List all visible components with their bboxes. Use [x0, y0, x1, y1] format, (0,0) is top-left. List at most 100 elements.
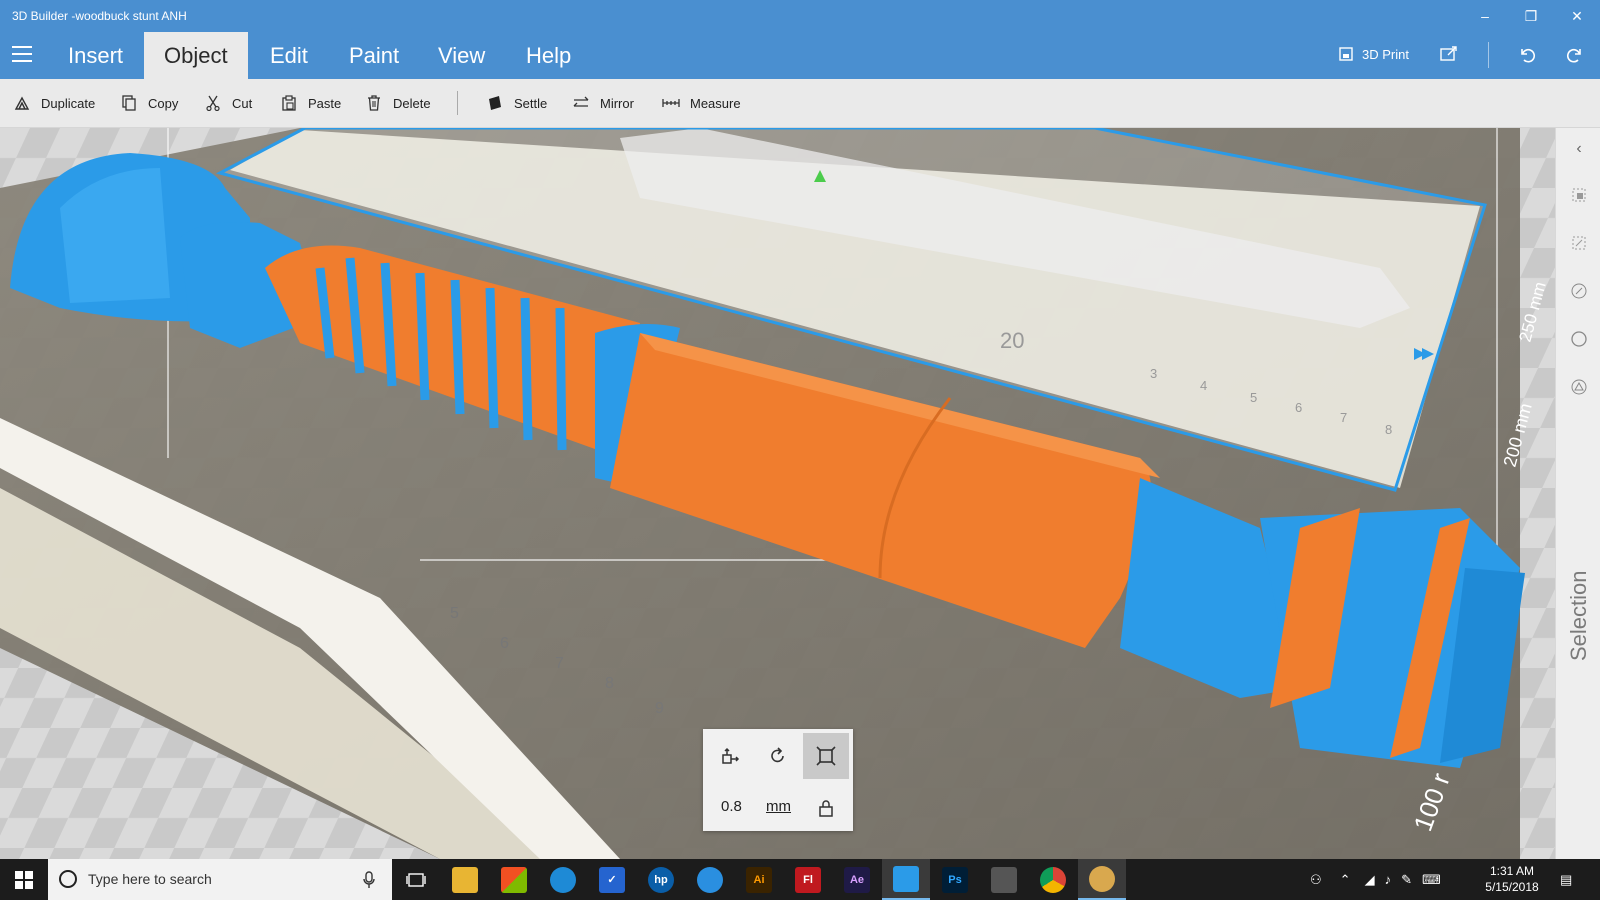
tab-insert[interactable]: Insert: [48, 32, 143, 79]
ribbon-tabs: Insert Object Edit Paint View Help 3D Pr…: [0, 32, 1600, 79]
ruler-mark: 8: [1385, 422, 1392, 437]
rotate-icon: [771, 747, 784, 763]
tab-help[interactable]: Help: [506, 32, 591, 79]
file-explorer-icon[interactable]: [441, 859, 489, 900]
start-button[interactable]: [0, 859, 48, 900]
ruler-mark: 5: [450, 605, 459, 622]
hamburger-menu-icon[interactable]: [12, 46, 32, 62]
hp-icon[interactable]: hp: [637, 859, 685, 900]
photoshop-icon[interactable]: Ps: [931, 859, 979, 900]
paint-app-icon[interactable]: [1078, 859, 1126, 900]
settle-button[interactable]: Settle: [486, 94, 547, 112]
select-circle-icon[interactable]: [1568, 328, 1590, 350]
task-view-icon[interactable]: [392, 859, 440, 900]
3d-builder-icon[interactable]: [882, 859, 930, 900]
duplicate-button[interactable]: Duplicate: [13, 94, 95, 112]
redo-icon: [1566, 48, 1581, 63]
people-icon[interactable]: ⚇: [1310, 872, 1322, 888]
rotate-mode-button[interactable]: [755, 733, 801, 779]
3d-print-label: 3D Print: [1362, 46, 1409, 62]
app-blue-icon[interactable]: [686, 859, 734, 900]
unit-selector[interactable]: mm: [766, 798, 791, 815]
side-panel: ‹ Selection: [1555, 128, 1600, 859]
tab-paint[interactable]: Paint: [329, 32, 419, 79]
network-icon[interactable]: ◢: [1365, 872, 1375, 888]
settle-label: Settle: [514, 95, 548, 111]
delete-icon: [365, 94, 383, 112]
scale-value[interactable]: 0.8: [721, 798, 742, 815]
collapse-panel-icon[interactable]: ‹: [1568, 138, 1590, 160]
chrome-icon[interactable]: [1029, 859, 1077, 900]
clock-time: 1:31 AM: [1489, 864, 1535, 878]
paste-button[interactable]: Paste: [280, 94, 341, 112]
mirror-button[interactable]: Mirror: [572, 94, 634, 112]
settle-icon: [486, 94, 504, 112]
delete-button[interactable]: Delete: [365, 94, 431, 112]
store-icon[interactable]: [490, 859, 538, 900]
select-face-icon[interactable]: [1568, 232, 1590, 254]
toolbar-separator: [1488, 42, 1489, 68]
search-placeholder: Type here to search: [88, 871, 212, 887]
share-button[interactable]: [1440, 46, 1458, 62]
flash-icon[interactable]: Fl: [784, 859, 832, 900]
ruler-mark: 6: [1295, 400, 1302, 415]
cut-button[interactable]: Cut: [204, 94, 252, 112]
minimize-button[interactable]: –: [1462, 0, 1508, 32]
close-button[interactable]: ✕: [1554, 0, 1600, 32]
transform-control: 0.8 mm: [703, 729, 853, 831]
select-vertex-icon[interactable]: [1568, 376, 1590, 398]
tab-edit[interactable]: Edit: [250, 32, 328, 79]
taskbar: Type here to search ✓ hp Ai Fl Ae Ps ⚇ ⌃…: [0, 859, 1600, 900]
scale-icon: [816, 746, 836, 766]
copy-label: Copy: [148, 95, 179, 111]
pen-app-icon[interactable]: [980, 859, 1028, 900]
duplicate-label: Duplicate: [41, 95, 96, 111]
undo-icon: [1521, 48, 1536, 63]
taskbar-search[interactable]: Type here to search: [48, 859, 392, 900]
keyboard-icon[interactable]: ⌨: [1422, 872, 1441, 888]
select-object-icon[interactable]: [1568, 184, 1590, 206]
redo-button[interactable]: [1566, 46, 1584, 64]
print-icon: [1339, 47, 1353, 61]
tab-object[interactable]: Object: [144, 32, 248, 79]
lock-proportions-button[interactable]: [803, 785, 849, 831]
ruler-mark: 20: [1000, 328, 1024, 353]
window-title: 3D Builder -woodbuck stunt ANH: [12, 9, 187, 23]
select-edge-icon[interactable]: [1568, 280, 1590, 302]
cut-icon: [204, 94, 222, 112]
ruler-mark: 9: [655, 700, 664, 717]
cut-label: Cut: [232, 95, 253, 111]
ruler-mark: 7: [555, 655, 564, 672]
measure-button[interactable]: Measure: [662, 94, 741, 112]
ruler-mark: 6: [500, 635, 509, 652]
system-clock[interactable]: 1:31 AM 5/15/2018: [1472, 863, 1552, 895]
command-bar: Duplicate Copy Cut Paste Delete Settle M…: [0, 79, 1600, 128]
tab-view[interactable]: View: [418, 32, 505, 79]
mirror-label: Mirror: [600, 95, 634, 111]
mirror-icon: [572, 94, 590, 112]
windows-logo-icon: [15, 870, 33, 889]
share-icon: [1440, 46, 1457, 61]
undo-button[interactable]: [1518, 46, 1536, 64]
measure-icon: [662, 94, 680, 112]
copy-icon: [120, 94, 138, 112]
notification-icon[interactable]: ▤: [1560, 859, 1572, 900]
ruler-mark: 3: [1150, 366, 1157, 381]
todo-icon[interactable]: ✓: [588, 859, 636, 900]
microphone-icon[interactable]: [363, 871, 375, 889]
volume-icon[interactable]: ♪: [1385, 872, 1392, 887]
browser-icon[interactable]: [539, 859, 587, 900]
title-bar: 3D Builder -woodbuck stunt ANH – ❐ ✕: [0, 0, 1600, 32]
pen-icon[interactable]: ✎: [1401, 872, 1412, 888]
3d-print-button[interactable]: 3D Print: [1338, 46, 1409, 62]
measure-label: Measure: [690, 95, 741, 111]
chevron-up-icon[interactable]: ⌃: [1340, 872, 1351, 888]
restore-button[interactable]: ❐: [1508, 0, 1554, 32]
move-mode-button[interactable]: [707, 733, 753, 779]
ruler-mark: 8: [605, 675, 614, 692]
paste-icon: [280, 94, 298, 112]
illustrator-icon[interactable]: Ai: [735, 859, 783, 900]
scale-mode-button[interactable]: [803, 733, 849, 779]
after-effects-icon[interactable]: Ae: [833, 859, 881, 900]
copy-button[interactable]: Copy: [120, 94, 178, 112]
